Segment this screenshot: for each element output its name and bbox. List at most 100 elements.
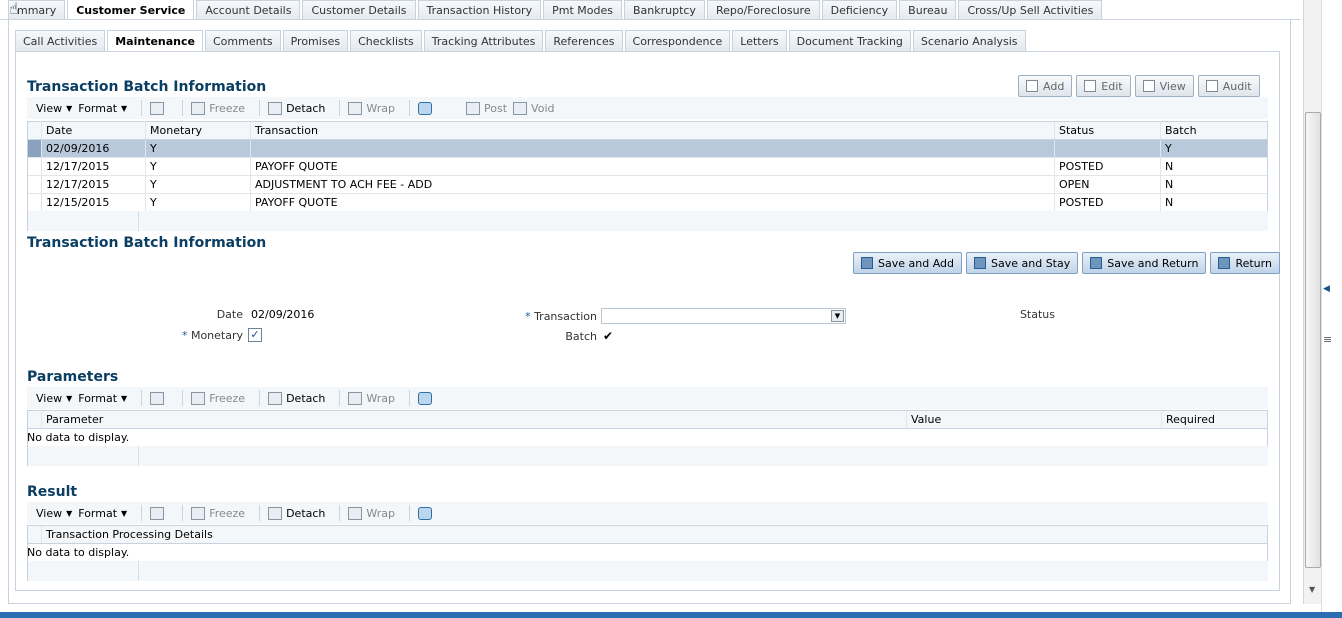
sub-tab[interactable]: Correspondence (624, 30, 731, 51)
query-by-example-button[interactable] (150, 391, 168, 405)
sub-tab[interactable]: Comments (204, 30, 281, 51)
sub-tab[interactable]: Letters (732, 30, 787, 51)
freeze-button[interactable]: Freeze (191, 506, 245, 520)
format-menu[interactable]: Format ▼ (78, 392, 127, 405)
table-cell: 12/15/2015 (42, 194, 146, 211)
chevron-down-icon: ▼ (121, 393, 128, 403)
table-row[interactable]: 12/17/2015 Y PAYOFF QUOTE POSTED N (28, 158, 1267, 176)
splitter-grip-icon[interactable]: ≡ (1323, 333, 1332, 346)
freeze-button[interactable]: Freeze (191, 101, 245, 115)
column-header[interactable]: Batch (1161, 122, 1265, 139)
toolbar-separator (182, 390, 184, 406)
sub-tab[interactable]: Document Tracking (788, 30, 911, 51)
monetary-checkbox[interactable]: ✓ (248, 328, 262, 342)
top-tab[interactable]: Bankruptcy (623, 0, 705, 20)
column-header[interactable]: Transaction (251, 122, 1055, 139)
transaction-select[interactable]: ▼ (601, 308, 846, 324)
sub-tab[interactable]: Promises (282, 30, 349, 51)
sub-tab[interactable]: Scenario Analysis (912, 30, 1026, 51)
query-by-example-button[interactable] (150, 101, 168, 115)
save-and-stay-button[interactable]: Save and Stay (966, 252, 1079, 274)
view-menu[interactable]: View ▼ (36, 507, 72, 520)
hand-cursor-icon: ☝ (9, 0, 19, 18)
format-menu[interactable]: Format ▼ (78, 102, 127, 115)
top-tab[interactable]: Customer Details (302, 0, 416, 20)
table-header-row: Parameter Value Required (28, 411, 1267, 429)
scrollbar-thumb[interactable] (1305, 112, 1321, 568)
row-selector[interactable] (28, 158, 42, 175)
refresh-icon (418, 391, 433, 405)
record-actions: Add Edit View Audit (1014, 75, 1260, 97)
refresh-icon (418, 101, 433, 115)
column-header[interactable]: Status (1055, 122, 1161, 139)
query-by-example-button[interactable] (150, 506, 168, 520)
pencil-icon (1084, 80, 1097, 92)
refresh-button[interactable] (418, 506, 436, 520)
top-tab[interactable]: Repo/Foreclosure (706, 0, 820, 20)
refresh-button[interactable] (418, 391, 436, 405)
freeze-icon (191, 506, 206, 520)
top-tab[interactable]: Bureau (899, 0, 957, 20)
table-header-row: Date Monetary Transaction Status Batch (28, 122, 1267, 140)
transaction-batch-list-title: Transaction Batch Information (27, 79, 267, 95)
top-tab[interactable]: Account Details (196, 0, 301, 20)
wrap-button[interactable]: Wrap (348, 506, 395, 520)
refresh-button[interactable] (418, 101, 436, 115)
edit-button[interactable]: Edit (1076, 75, 1131, 97)
column-header[interactable]: Monetary (146, 122, 251, 139)
vertical-scrollbar[interactable]: ▼ (1303, 0, 1321, 604)
format-menu[interactable]: Format ▼ (78, 507, 127, 520)
top-tab[interactable]: Deficiency (821, 0, 898, 20)
return-button[interactable]: Return (1210, 252, 1280, 274)
save-and-add-button[interactable]: Save and Add (853, 252, 962, 274)
table-cell: N (1165, 178, 1174, 191)
detach-button[interactable]: Detach (268, 506, 325, 520)
row-selector[interactable] (28, 122, 42, 139)
row-selector[interactable] (28, 194, 42, 211)
wrap-button[interactable]: Wrap (348, 391, 395, 405)
chevron-down-icon: ▼ (121, 103, 128, 113)
save-and-return-button[interactable]: Save and Return (1082, 252, 1207, 274)
top-tab[interactable]: Customer Service (67, 0, 195, 20)
sub-tab[interactable]: Checklists (350, 30, 422, 51)
top-tab[interactable]: Transaction History (417, 0, 542, 20)
column-header[interactable]: Date (42, 122, 146, 139)
chevron-down-icon: ▼ (66, 103, 73, 113)
view-menu[interactable]: View ▼ (36, 392, 72, 405)
void-button[interactable]: Void (513, 101, 555, 115)
column-header[interactable]: Parameter (42, 411, 907, 428)
column-header[interactable]: Transaction Processing Details (42, 526, 1267, 543)
row-selector[interactable] (28, 140, 42, 157)
top-tab[interactable]: Cross/Up Sell Activities (958, 0, 1103, 20)
view-button[interactable]: View (1134, 75, 1194, 97)
result-title: Result (27, 484, 78, 500)
table-row[interactable]: 12/15/2015 Y PAYOFF QUOTE POSTED N (28, 194, 1267, 212)
row-selector[interactable] (28, 176, 42, 193)
top-tab-bar: mmary Customer Service Account Details Cust… (0, 0, 1104, 20)
column-header[interactable]: Value (907, 411, 1162, 428)
chevron-down-icon: ▼ (831, 310, 844, 322)
toolbar-separator (259, 505, 261, 521)
sub-tab[interactable]: References (545, 30, 623, 51)
table-row[interactable]: 12/17/2015 Y ADJUSTMENT TO ACH FEE - ADD OP… (28, 176, 1267, 194)
sub-tab-bar: Call Activities Maintenance Comments Promis… (15, 30, 1028, 51)
freeze-button[interactable]: Freeze (191, 391, 245, 405)
table-row[interactable]: 02/09/2016 Y Y (28, 140, 1267, 158)
detach-button[interactable]: Detach (268, 101, 325, 115)
column-header[interactable]: Required (1162, 411, 1267, 428)
audit-button[interactable]: Audit (1197, 75, 1260, 97)
wrap-button[interactable]: Wrap (348, 101, 395, 115)
top-tab[interactable]: Pmt Modes (543, 0, 622, 20)
sub-tab[interactable]: Tracking Attributes (423, 30, 544, 51)
view-menu[interactable]: View ▼ (36, 102, 72, 115)
scroll-down-icon[interactable]: ▼ (1309, 585, 1315, 594)
detach-button[interactable]: Detach (268, 391, 325, 405)
add-button[interactable]: Add (1018, 75, 1073, 97)
collapse-panel-icon[interactable]: ◀ (1323, 284, 1330, 294)
sub-tab[interactable]: Maintenance (107, 30, 203, 51)
toolbar-separator (409, 100, 411, 116)
refresh-icon (418, 506, 433, 520)
chevron-down-icon: ▼ (66, 508, 73, 518)
sub-tab[interactable]: Call Activities (15, 30, 106, 51)
post-button[interactable]: Post (466, 101, 507, 115)
